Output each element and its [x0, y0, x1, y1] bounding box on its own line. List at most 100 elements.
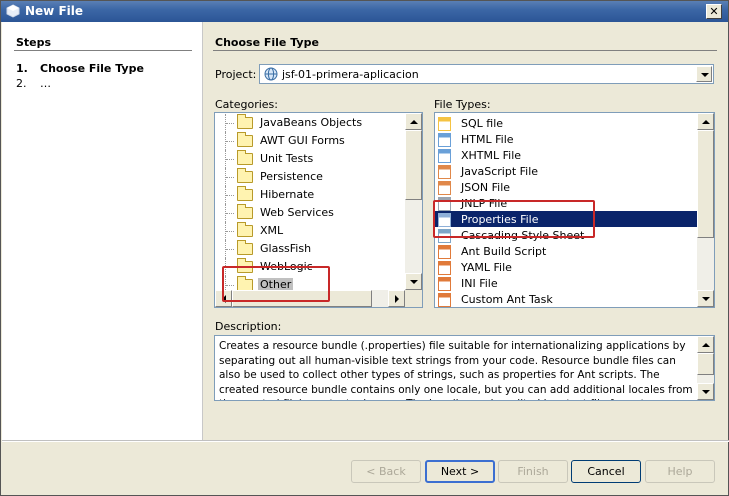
title-bar[interactable]: New File ✕ [1, 1, 728, 22]
tree-line [226, 249, 234, 250]
json-file-icon [438, 181, 451, 195]
file-type-item[interactable]: JSON File [435, 179, 697, 195]
scroll-up-button[interactable] [405, 113, 422, 130]
description-vertical-scrollbar[interactable] [697, 336, 714, 400]
step-label: … [40, 77, 51, 90]
file-type-item[interactable]: XHTML File [435, 147, 697, 163]
scroll-down-button[interactable] [697, 290, 714, 307]
scroll-down-button[interactable] [697, 383, 714, 400]
steps-title: Steps [16, 36, 52, 49]
project-label: Project: [215, 68, 257, 81]
yaml-file-icon [438, 261, 451, 275]
folder-icon [237, 186, 253, 201]
category-label: JavaBeans Objects [260, 116, 363, 129]
ant-task-icon [438, 293, 451, 307]
file-type-label: JavaScript File [461, 165, 539, 178]
page-title: Choose File Type [215, 36, 319, 49]
file-type-label: SQL file [461, 117, 504, 130]
scroll-down-button[interactable] [405, 273, 422, 290]
category-item[interactable]: Persistence [215, 168, 405, 186]
folder-icon [237, 240, 253, 255]
sql-file-icon [438, 117, 451, 131]
chevron-down-icon[interactable] [696, 66, 712, 82]
project-value: jsf-01-primera-aplicacion [282, 68, 419, 81]
scroll-up-button[interactable] [697, 113, 714, 130]
step-number: 1. [16, 62, 28, 75]
file-type-item[interactable]: INI File [435, 275, 697, 291]
step-number: 2. [16, 77, 27, 90]
new-file-dialog: New File ✕ Steps 1. Choose File Type 2.… … [0, 0, 729, 496]
categories-vertical-scrollbar[interactable] [405, 113, 422, 290]
scroll-thumb[interactable] [697, 353, 714, 375]
close-icon: ✕ [709, 5, 719, 18]
folder-icon [237, 204, 253, 219]
file-type-label: INI File [461, 277, 498, 290]
javascript-file-icon [438, 165, 451, 179]
file-type-label: YAML File [461, 261, 512, 274]
highlight-annotation-properties [433, 200, 595, 238]
category-item[interactable]: Web Services [215, 204, 405, 222]
scroll-up-button[interactable] [697, 336, 714, 353]
tree-line [226, 159, 234, 160]
scrollbar-corner [405, 290, 422, 307]
category-item[interactable]: Hibernate [215, 186, 405, 204]
category-label: XML [260, 224, 284, 237]
netbeans-app-icon [6, 4, 20, 18]
file-types-vertical-scrollbar[interactable] [697, 113, 714, 307]
description-label: Description: [215, 320, 282, 333]
folder-icon [237, 150, 253, 165]
step-item: 2. … [16, 77, 51, 90]
html-file-icon [438, 133, 451, 147]
finish-button[interactable]: Finish [498, 460, 568, 483]
help-button[interactable]: Help [645, 460, 715, 483]
tree-line [226, 123, 234, 124]
file-type-item[interactable]: Custom Ant Task [435, 291, 697, 307]
back-button[interactable]: < Back [351, 460, 421, 483]
button-bar-divider [2, 440, 729, 442]
scroll-thumb[interactable] [697, 130, 714, 238]
category-label: Web Services [260, 206, 334, 219]
folder-icon [237, 222, 253, 237]
steps-pane: Steps 1. Choose File Type 2. … [2, 22, 203, 440]
ini-file-icon [438, 277, 451, 291]
cancel-button[interactable]: Cancel [571, 460, 641, 483]
web-project-icon [264, 67, 278, 81]
description-text: Creates a resource bundle (.properties) … [219, 340, 693, 400]
category-item[interactable]: JavaBeans Objects [215, 114, 405, 132]
folder-icon [237, 168, 253, 183]
file-type-item[interactable]: SQL file [435, 115, 697, 131]
category-item[interactable]: AWT GUI Forms [215, 132, 405, 150]
categories-label: Categories: [215, 98, 278, 111]
file-type-label: Custom Ant Task [461, 293, 553, 306]
categories-tree-items: JavaBeans Objects AWT GUI Forms Unit Tests… [215, 113, 405, 290]
highlight-annotation-other [222, 266, 330, 302]
category-item[interactable]: XML [215, 222, 405, 240]
category-label: GlassFish [260, 242, 312, 255]
file-type-item[interactable]: YAML File [435, 259, 697, 275]
folder-icon [237, 132, 253, 147]
ant-script-icon [438, 245, 451, 259]
description-box[interactable]: Creates a resource bundle (.properties) … [214, 335, 715, 401]
steps-divider [14, 50, 192, 51]
category-label: AWT GUI Forms [260, 134, 345, 147]
tree-line [226, 213, 234, 214]
category-item[interactable]: GlassFish [215, 240, 405, 258]
file-type-label: HTML File [461, 133, 514, 146]
scroll-right-button[interactable] [388, 290, 405, 307]
file-type-item[interactable]: HTML File [435, 131, 697, 147]
category-item[interactable]: Unit Tests [215, 150, 405, 168]
project-select[interactable]: jsf-01-primera-aplicacion [259, 64, 714, 84]
scroll-thumb[interactable] [405, 130, 422, 200]
close-button[interactable]: ✕ [706, 4, 722, 19]
step-item: 1. Choose File Type [16, 62, 144, 75]
next-button[interactable]: Next > [425, 460, 495, 483]
file-type-item[interactable]: JavaScript File [435, 163, 697, 179]
tree-line [226, 231, 234, 232]
folder-icon [237, 114, 253, 129]
title-divider [213, 50, 717, 51]
file-types-label: File Types: [434, 98, 491, 111]
tree-line [226, 141, 234, 142]
file-type-item[interactable]: Ant Build Script [435, 243, 697, 259]
file-type-label: XHTML File [461, 149, 522, 162]
xhtml-file-icon [438, 149, 451, 163]
